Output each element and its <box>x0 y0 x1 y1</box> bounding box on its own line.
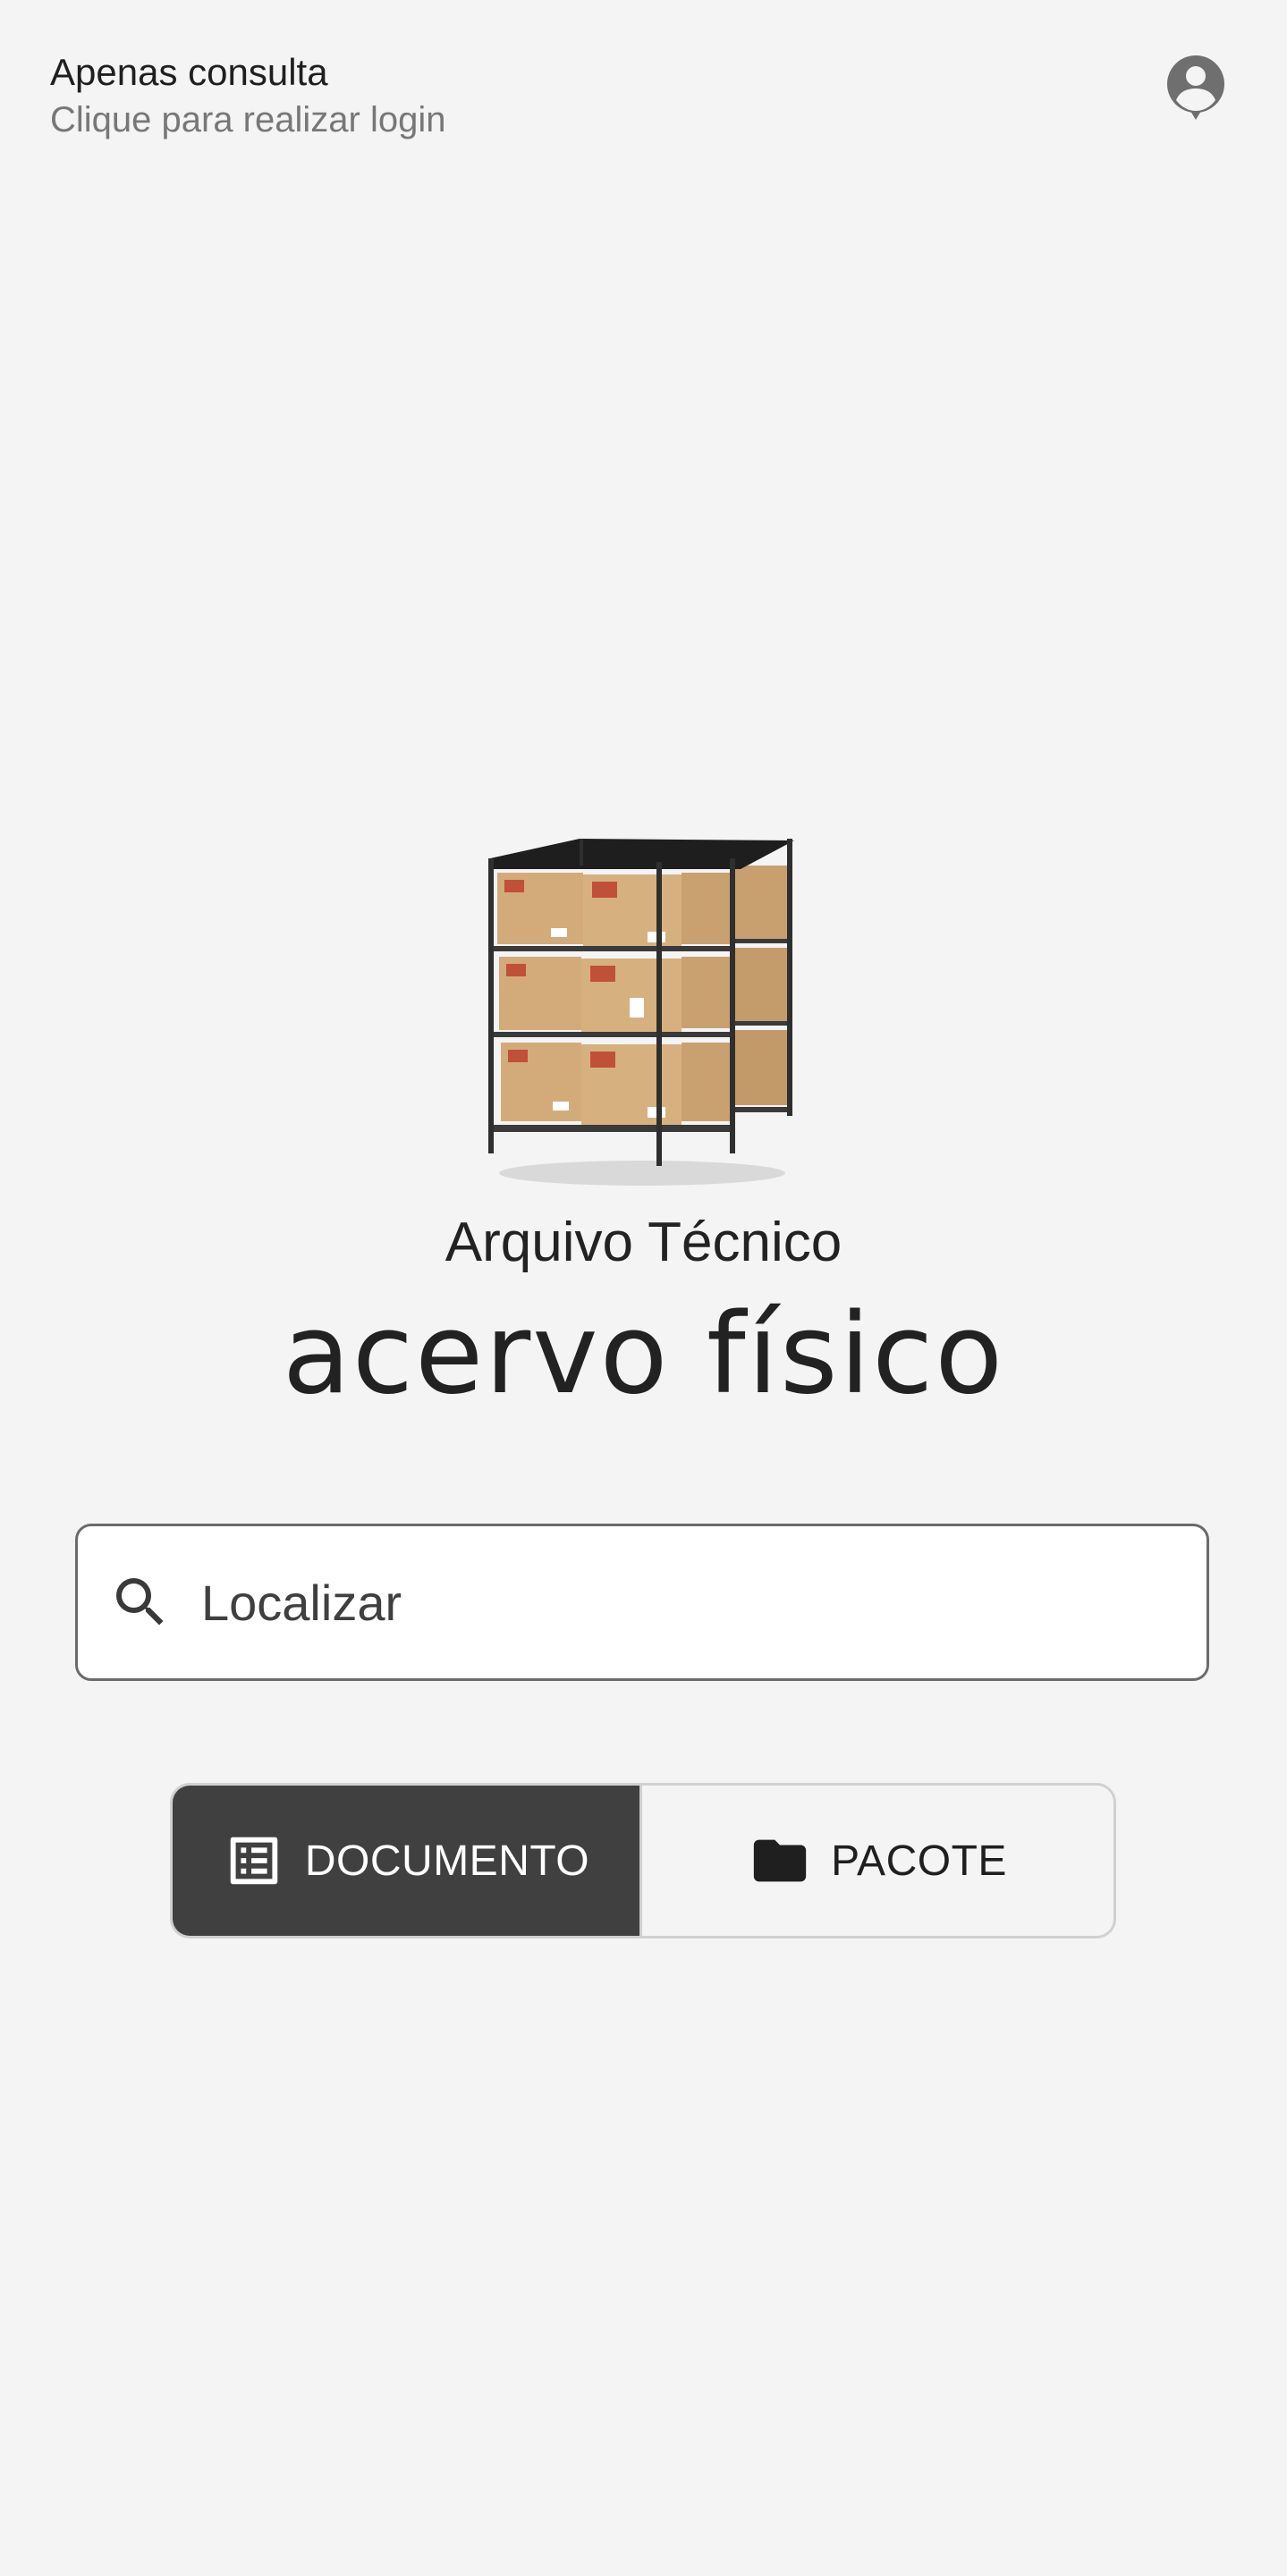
storage-shelf-image <box>472 823 812 1189</box>
login-prompt[interactable]: Apenas consulta Clique para realizar log… <box>50 48 445 143</box>
search-box[interactable] <box>75 1524 1209 1681</box>
app-title: acervo físico <box>282 1290 1005 1419</box>
app-subtitle: Arquivo Técnico <box>445 1212 842 1273</box>
search-input[interactable] <box>201 1558 1167 1647</box>
search-type-toggle: DOCUMENTO PACOTE <box>170 1783 1116 1938</box>
segment-documento[interactable]: DOCUMENTO <box>173 1786 642 1936</box>
document-list-icon <box>223 1829 285 1892</box>
segment-documento-label: DOCUMENTO <box>304 1837 590 1885</box>
account-circle-icon <box>1164 52 1228 122</box>
segment-pacote-label: PACOTE <box>831 1837 1007 1885</box>
search-icon <box>108 1570 173 1634</box>
access-mode-label: Apenas consulta <box>50 51 328 93</box>
segment-pacote[interactable]: PACOTE <box>642 1786 1113 1936</box>
folder-icon <box>749 1829 811 1892</box>
login-hint[interactable]: Clique para realizar login <box>50 97 445 143</box>
account-button[interactable] <box>1164 52 1228 122</box>
